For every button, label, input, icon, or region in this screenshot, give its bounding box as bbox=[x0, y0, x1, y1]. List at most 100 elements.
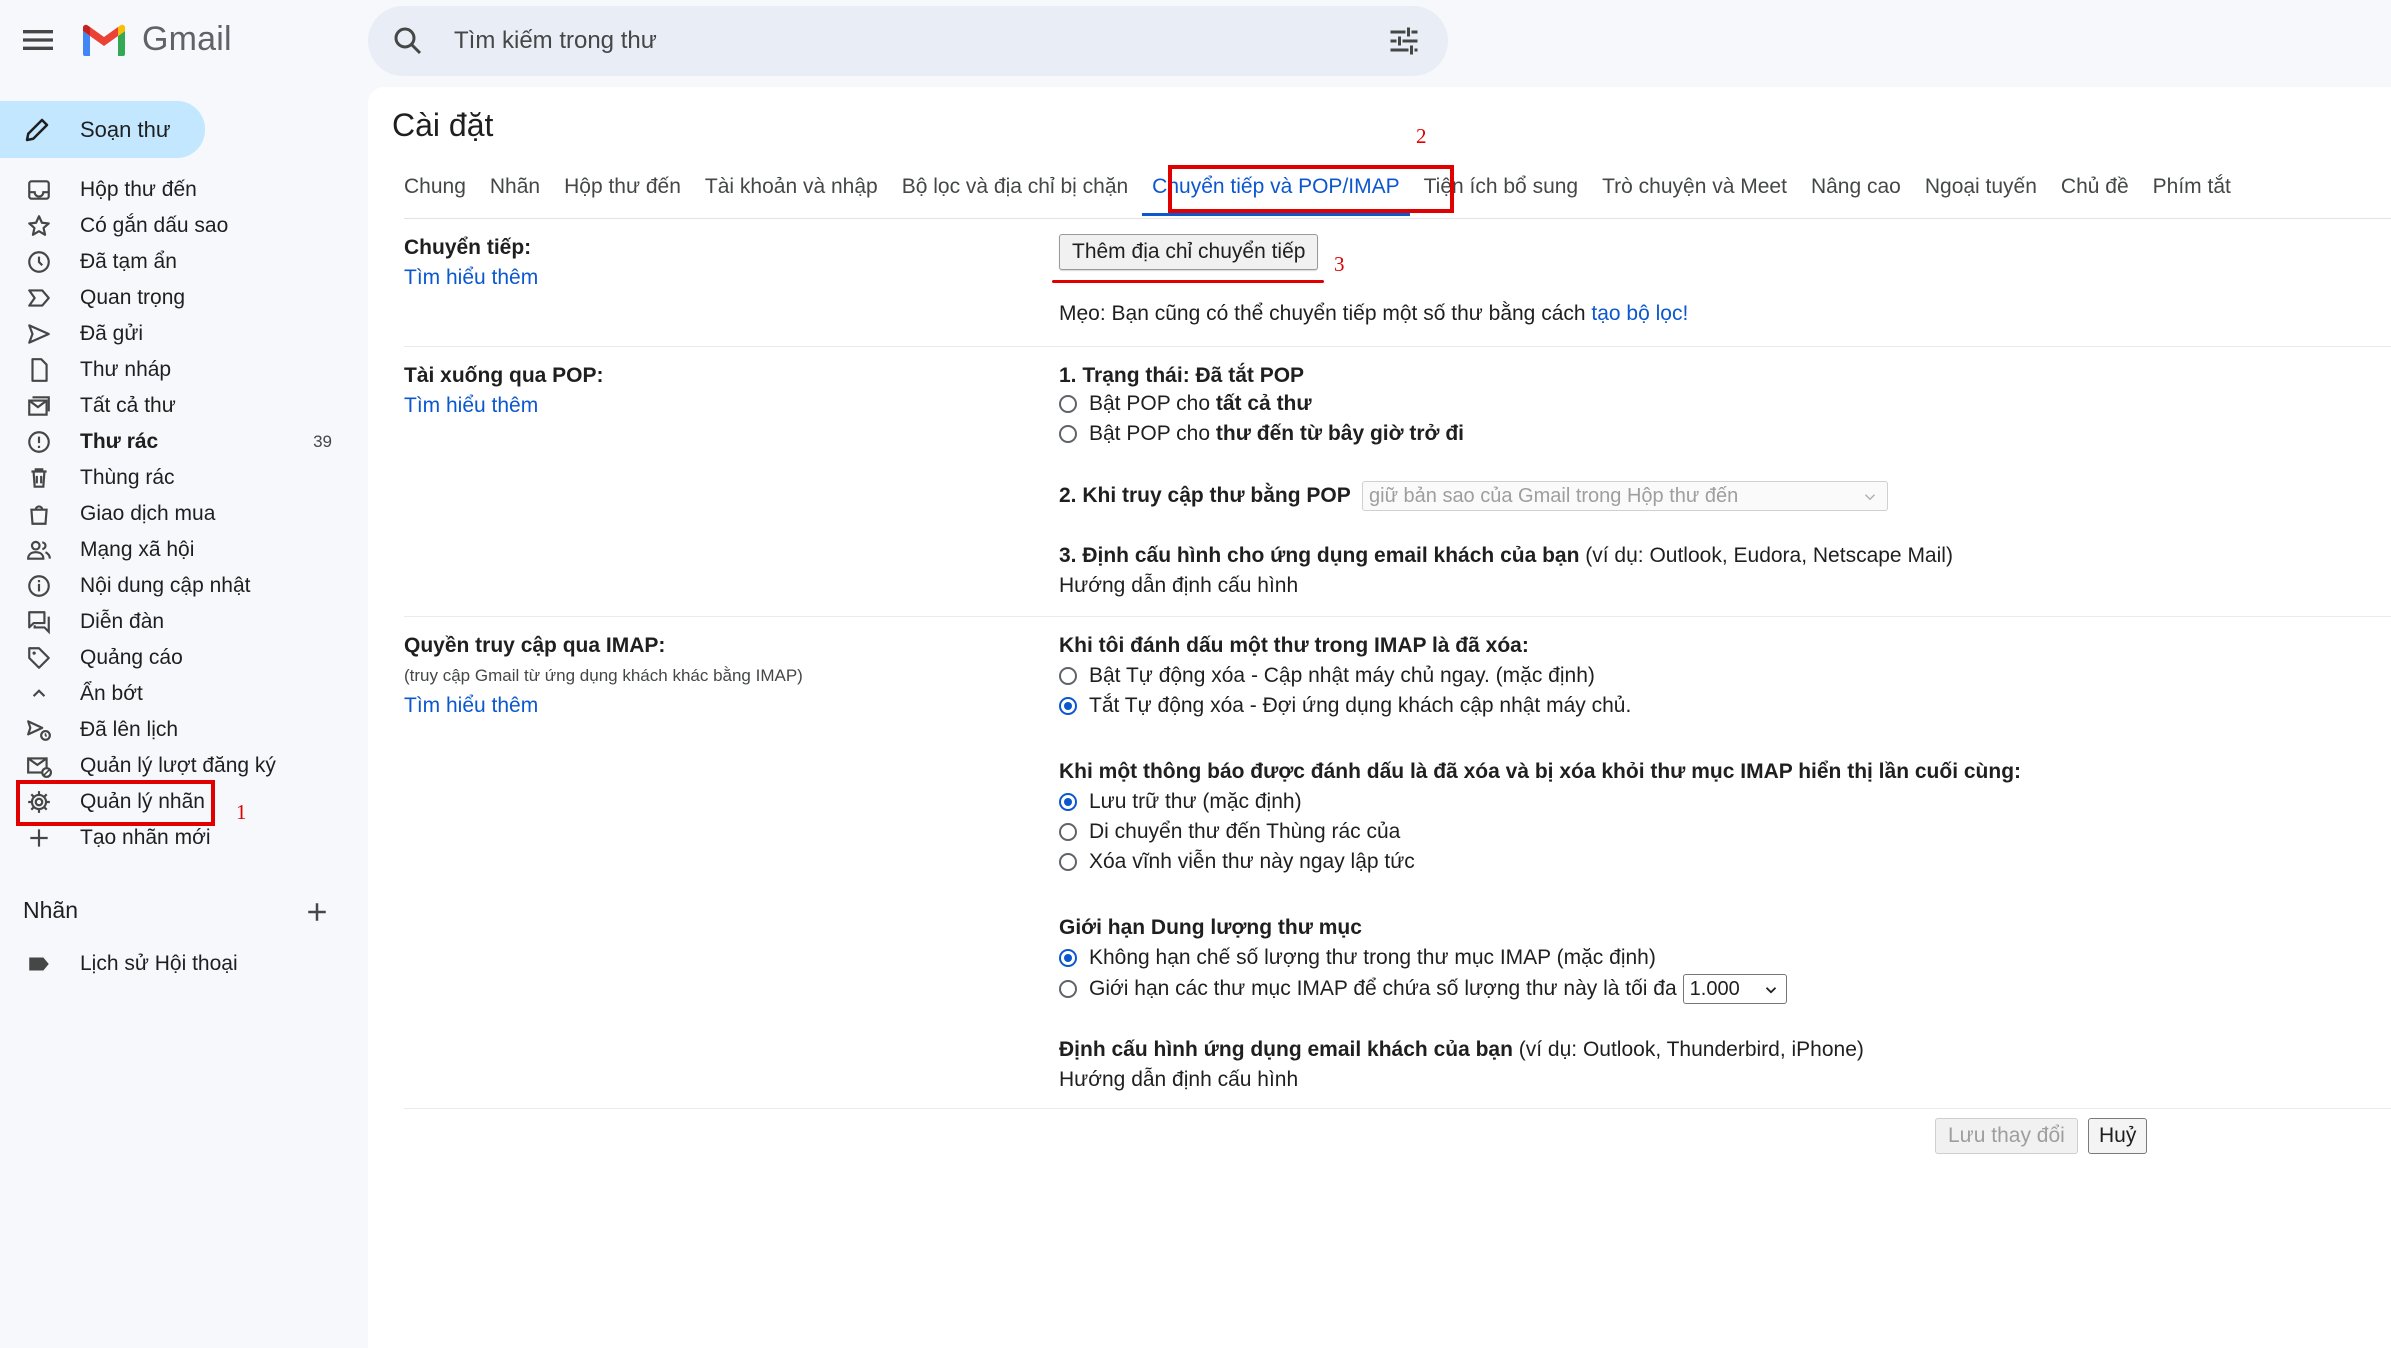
tab-advanced[interactable]: Nâng cao bbox=[1811, 173, 1901, 199]
add-label-icon[interactable] bbox=[302, 897, 332, 927]
create-filter-link[interactable]: tạo bộ lọc! bbox=[1591, 302, 1688, 325]
no-limit-radio[interactable] bbox=[1059, 949, 1077, 967]
imap-config-rest: (ví dụ: Outlook, Thunderbird, iPhone) bbox=[1512, 1038, 1864, 1061]
imap-config-bold: Định cấu hình ứng dụng email khách của b… bbox=[1059, 1038, 1513, 1061]
pop-access-select-value: giữ bản sao của Gmail trong Hộp thư đến bbox=[1369, 484, 1739, 507]
sidebar-item-drafts[interactable]: Thư nháp bbox=[0, 352, 350, 388]
sidebar-label-text: Lịch sử Hội thoại bbox=[80, 952, 238, 975]
spam-icon bbox=[26, 429, 52, 455]
search-bar[interactable]: Tìm kiếm trong thư bbox=[368, 6, 1448, 76]
tab-forwarding-pop-imap[interactable]: Chuyển tiếp và POP/IMAP bbox=[1142, 173, 1411, 216]
plus-icon bbox=[26, 825, 52, 851]
search-input[interactable]: Tìm kiếm trong thư bbox=[454, 27, 1386, 55]
annotation-number-1: 1 bbox=[236, 800, 247, 824]
sidebar-item-starred[interactable]: Có gắn dấu sao bbox=[0, 208, 350, 244]
pop-config-rest: (ví dụ: Outlook, Eudora, Netscape Mail) bbox=[1579, 544, 1953, 567]
limit-label: Giới hạn các thư mục IMAP để chứa số lượ… bbox=[1089, 977, 1677, 1000]
imap-learn-more-link[interactable]: Tìm hiểu thêm bbox=[404, 694, 538, 718]
compose-label: Soạn thư bbox=[80, 116, 171, 142]
pop-config-guide-link[interactable]: Hướng dẫn định cấu hình bbox=[1059, 574, 1298, 598]
sidebar-item-snoozed[interactable]: Đã tạm ẩn bbox=[0, 244, 350, 280]
limit-radio[interactable] bbox=[1059, 980, 1077, 998]
chevron-down-icon bbox=[1765, 987, 1776, 994]
sidebar-item-spam[interactable]: Thư rác 39 bbox=[0, 424, 350, 460]
sidebar-item-purchases[interactable]: Giao dịch mua bbox=[0, 496, 350, 532]
sidebar-item-less[interactable]: Ẩn bớt bbox=[0, 676, 350, 712]
tab-inbox[interactable]: Hộp thư đến bbox=[564, 173, 681, 199]
tab-accounts-import[interactable]: Tài khoản và nhập bbox=[705, 173, 878, 199]
sidebar-item-forums[interactable]: Diễn đàn bbox=[0, 604, 350, 640]
imap-trash-option[interactable]: Di chuyển thư đến Thùng rác của bbox=[1059, 820, 1400, 844]
add-forwarding-address-button[interactable]: Thêm địa chỉ chuyển tiếp bbox=[1059, 234, 1319, 270]
tab-addons[interactable]: Tiện ích bổ sung bbox=[1424, 173, 1579, 199]
sidebar-item-label: Quan trọng bbox=[80, 286, 186, 309]
draft-icon bbox=[26, 357, 52, 383]
sidebar-item-scheduled[interactable]: Đã lên lịch bbox=[0, 712, 350, 748]
gmail-m-icon bbox=[83, 24, 125, 56]
cancel-button[interactable]: Huỷ bbox=[2088, 1118, 2148, 1154]
tab-offline[interactable]: Ngoại tuyến bbox=[1925, 173, 2037, 199]
tab-general[interactable]: Chung bbox=[404, 173, 466, 199]
sidebar-item-important[interactable]: Quan trọng bbox=[0, 280, 350, 316]
pencil-icon bbox=[25, 118, 49, 141]
imap-config: Định cấu hình ứng dụng email khách của b… bbox=[1059, 1038, 1864, 1062]
sidebar-item-label: Hộp thư đến bbox=[80, 178, 197, 201]
autoexpunge-off-radio[interactable] bbox=[1059, 697, 1077, 715]
settings-tabs: Chung Nhãn Hộp thư đến Tài khoản và nhập… bbox=[404, 173, 2255, 217]
subscriptions-icon bbox=[26, 753, 52, 779]
folder-limit-select[interactable]: 1.000 bbox=[1682, 974, 1787, 1004]
promotions-icon bbox=[26, 645, 52, 671]
pop-learn-more-link[interactable]: Tìm hiểu thêm bbox=[404, 394, 538, 418]
sidebar-item-social[interactable]: Mạng xã hội bbox=[0, 532, 350, 568]
sidebar-item-sent[interactable]: Đã gửi bbox=[0, 316, 350, 352]
all-mail-icon bbox=[26, 393, 52, 419]
imap-no-limit-option[interactable]: Không hạn chế số lượng thư trong thư mục… bbox=[1059, 946, 1656, 970]
sidebar-item-manage-labels[interactable]: Quản lý nhãn bbox=[0, 784, 350, 820]
sidebar-item-inbox[interactable]: Hộp thư đến bbox=[0, 172, 350, 208]
pop-option-all[interactable]: Bật POP cho tất cả thư bbox=[1059, 392, 1312, 416]
forwarding-learn-more-link[interactable]: Tìm hiểu thêm bbox=[404, 266, 538, 290]
compose-button[interactable]: Soạn thư bbox=[0, 101, 205, 158]
clock-icon bbox=[26, 249, 52, 275]
imap-limit-option[interactable]: Giới hạn các thư mục IMAP để chứa số lượ… bbox=[1059, 974, 1787, 1004]
imap-archive-option[interactable]: Lưu trữ thư (mặc định) bbox=[1059, 790, 1302, 814]
autoexpunge-on-radio[interactable] bbox=[1059, 667, 1077, 685]
sidebar-item-subscriptions[interactable]: Quản lý lượt đăng ký bbox=[0, 748, 350, 784]
pop-option-from-now[interactable]: Bật POP cho thư đến từ bây giờ trở đi bbox=[1059, 422, 1464, 446]
chevron-down-icon bbox=[1864, 494, 1876, 501]
annotation-number-3: 3 bbox=[1334, 252, 1345, 276]
main-menu-button[interactable] bbox=[18, 20, 58, 60]
archive-radio[interactable] bbox=[1059, 793, 1077, 811]
delete-radio[interactable] bbox=[1059, 853, 1077, 871]
forwarding-tip-text: Mẹo: Bạn cũng có thể chuyển tiếp một số … bbox=[1059, 302, 1592, 325]
tab-filters-blocked[interactable]: Bộ lọc và địa chỉ bị chặn bbox=[902, 173, 1128, 199]
imap-autoexpunge-off[interactable]: Tắt Tự động xóa - Đợi ứng dụng khách cập… bbox=[1059, 694, 1631, 718]
pop-status-text: 1. Trạng thái: Đã tắt POP bbox=[1059, 364, 1305, 387]
search-options-icon[interactable] bbox=[1386, 23, 1422, 59]
pop-from-now-radio[interactable] bbox=[1059, 425, 1077, 443]
gmail-logo[interactable]: Gmail bbox=[80, 20, 232, 59]
tab-chat-meet[interactable]: Trò chuyện và Meet bbox=[1602, 173, 1787, 199]
tab-labels[interactable]: Nhãn bbox=[490, 173, 540, 199]
sidebar-label-conversation-history[interactable]: Lịch sử Hội thoại bbox=[0, 946, 350, 982]
delete-label: Xóa vĩnh viễn thư này ngay lập tức bbox=[1089, 850, 1415, 873]
sidebar-item-updates[interactable]: Nội dung cập nhật bbox=[0, 568, 350, 604]
sidebar-item-promotions[interactable]: Quảng cáo bbox=[0, 640, 350, 676]
pop-all-radio[interactable] bbox=[1059, 395, 1077, 413]
imap-subtext: (truy cập Gmail từ ứng dụng khách khác b… bbox=[404, 666, 803, 685]
trash-icon bbox=[26, 465, 52, 491]
sidebar-item-create-label[interactable]: Tạo nhãn mới bbox=[0, 820, 350, 856]
sidebar-item-trash[interactable]: Thùng rác bbox=[0, 460, 350, 496]
sidebar-item-label: Đã gửi bbox=[80, 322, 144, 345]
search-icon[interactable] bbox=[390, 23, 426, 59]
imap-q2-text: Khi một thông báo được đánh dấu là đã xó… bbox=[1059, 760, 2022, 783]
imap-q1-text: Khi tôi đánh dấu một thư trong IMAP là đ… bbox=[1059, 634, 1529, 657]
sidebar-item-all-mail[interactable]: Tất cả thư bbox=[0, 388, 350, 424]
tab-themes[interactable]: Chủ đề bbox=[2061, 173, 2129, 199]
imap-delete-option[interactable]: Xóa vĩnh viễn thư này ngay lập tức bbox=[1059, 850, 1415, 874]
page-title: Cài đặt bbox=[392, 107, 494, 143]
trash-radio[interactable] bbox=[1059, 823, 1077, 841]
tab-shortcuts[interactable]: Phím tắt bbox=[2153, 173, 2231, 199]
imap-autoexpunge-on[interactable]: Bật Tự động xóa - Cập nhật máy chủ ngay.… bbox=[1059, 664, 1595, 688]
imap-config-guide-link[interactable]: Hướng dẫn định cấu hình bbox=[1059, 1068, 1298, 1092]
